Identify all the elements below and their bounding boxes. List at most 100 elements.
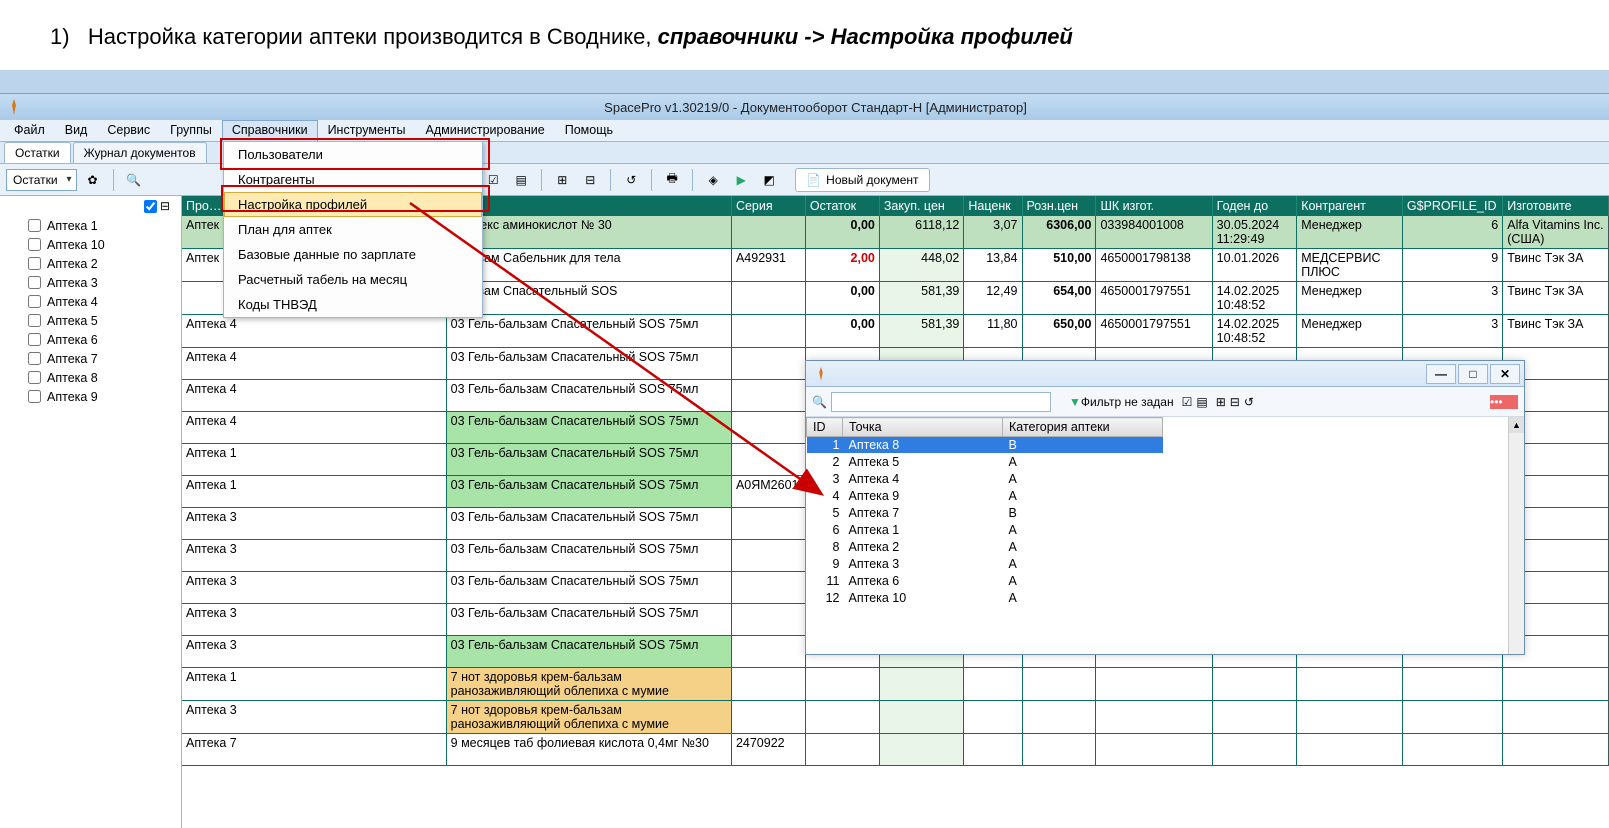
sidebar-expand-icon[interactable]: ⊟ — [160, 199, 170, 213]
combo-ostatki[interactable]: Остатки — [6, 169, 77, 191]
menu-сервис[interactable]: Сервис — [97, 120, 160, 141]
grid-header[interactable]: Розн.цен — [1022, 196, 1096, 216]
grid-header[interactable]: Контрагент — [1297, 196, 1403, 216]
print-icon[interactable]: 🖶 — [660, 168, 684, 192]
refresh-icon[interactable]: ↺ — [619, 168, 643, 192]
dropdown-item[interactable]: Настройка профилей — [224, 192, 482, 217]
sidebar-item-label: Аптека 3 — [47, 276, 98, 290]
grid-header[interactable]: Изготовите — [1503, 196, 1609, 216]
child-search-input[interactable] — [831, 392, 1051, 412]
tab-1[interactable]: Журнал документов — [73, 142, 207, 163]
instruction-text: 1) Настройка категории аптеки производит… — [0, 0, 1609, 70]
sidebar-checkbox[interactable] — [28, 333, 41, 346]
child-titlebar[interactable]: — □ ✕ — [806, 361, 1524, 387]
table-row[interactable]: Аптека 17 нот здоровья крем-бальзам рано… — [182, 668, 1609, 701]
table-row[interactable]: Аптека 403 Гель-бальзам Спасательный SOS… — [182, 315, 1609, 348]
menu-группы[interactable]: Группы — [160, 120, 222, 141]
grid-header[interactable]: Годен до — [1212, 196, 1297, 216]
gear-icon[interactable]: ✿ — [81, 168, 105, 192]
grid-header[interactable]: G$PROFILE_ID — [1402, 196, 1502, 216]
scrollbar[interactable]: ▲ — [1508, 417, 1524, 654]
sidebar-checkbox[interactable] — [28, 276, 41, 289]
sidebar-checkbox[interactable] — [28, 219, 41, 232]
child-table-row[interactable]: 12Аптека 10A — [807, 590, 1163, 607]
sidebar-item[interactable]: Аптека 9 — [0, 387, 181, 406]
grid-header[interactable]: Остаток — [805, 196, 879, 216]
menu-инструменты[interactable]: Инструменты — [318, 120, 416, 141]
list-icon[interactable]: ▤ — [509, 168, 533, 192]
dropdown-item[interactable]: Расчетный табель на месяц — [224, 267, 482, 292]
child-table-row[interactable]: 5Аптека 7B — [807, 505, 1163, 522]
sidebar-item[interactable]: Аптека 1 — [0, 216, 181, 235]
grid-header[interactable]: Наценк — [964, 196, 1022, 216]
dropdown-item[interactable]: Базовые данные по зарплате — [224, 242, 482, 267]
checkbox-icon[interactable]: ☑ — [481, 168, 505, 192]
grid-remove-icon[interactable]: ⊟ — [1230, 395, 1240, 409]
sidebar-item[interactable]: Аптека 5 — [0, 311, 181, 330]
menu-вид[interactable]: Вид — [55, 120, 98, 141]
child-grid[interactable]: IDТочкаКатегория аптеки1Аптека 8B2Аптека… — [806, 417, 1163, 607]
grid-add-icon[interactable]: ⊞ — [1216, 395, 1226, 409]
child-table-row[interactable]: 3Аптека 4A — [807, 471, 1163, 488]
sidebar-checkall[interactable] — [144, 200, 157, 213]
child-grid-header[interactable]: Категория аптеки — [1003, 418, 1163, 437]
sidebar-checkbox[interactable] — [28, 314, 41, 327]
grid-header[interactable]: ШК изгот. — [1096, 196, 1212, 216]
child-toolbar: 🔍 ▼Фильтр не задан ☑ ▤ ⊞ ⊟ ↺ ••• — [806, 387, 1524, 417]
sidebar-checkbox[interactable] — [28, 295, 41, 308]
sidebar-item[interactable]: Аптека 6 — [0, 330, 181, 349]
dropdown-item[interactable]: Коды ТНВЭД — [224, 292, 482, 317]
sidebar-item[interactable]: Аптека 8 — [0, 368, 181, 387]
child-table-row[interactable]: 8Аптека 2A — [807, 539, 1163, 556]
maximize-button[interactable]: □ — [1458, 364, 1488, 384]
close-button[interactable]: ✕ — [1490, 364, 1520, 384]
dropdown-item[interactable]: Контрагенты — [224, 167, 482, 192]
search-icon[interactable]: 🔍 — [812, 395, 827, 409]
minimize-button[interactable]: — — [1426, 364, 1456, 384]
menu-файл[interactable]: Файл — [4, 120, 55, 141]
grid-remove-icon[interactable]: ⊟ — [578, 168, 602, 192]
new-document-button[interactable]: 📄Новый документ — [795, 168, 929, 192]
search-icon[interactable]: 🔍 — [122, 168, 146, 192]
child-grid-header[interactable]: ID — [807, 418, 843, 437]
sidebar-item[interactable]: Аптека 10 — [0, 235, 181, 254]
child-table-row[interactable]: 4Аптека 9A — [807, 488, 1163, 505]
child-table-row[interactable]: 11Аптека 6A — [807, 573, 1163, 590]
child-grid-header[interactable]: Точка — [843, 418, 1003, 437]
checkbox-icon[interactable]: ☑ — [1182, 395, 1193, 409]
sidebar-checkbox[interactable] — [28, 238, 41, 251]
grid-header[interactable] — [446, 196, 731, 216]
sidebar-item-label: Аптека 7 — [47, 352, 98, 366]
refresh-icon[interactable]: ↺ — [1244, 395, 1254, 409]
grid-add-icon[interactable]: ⊞ — [550, 168, 574, 192]
dropdown-item[interactable]: Пользователи — [224, 142, 482, 167]
sidebar-checkbox[interactable] — [28, 390, 41, 403]
sidebar-item[interactable]: Аптека 2 — [0, 254, 181, 273]
child-table-row[interactable]: 9Аптека 3A — [807, 556, 1163, 573]
sidebar-checkbox[interactable] — [28, 371, 41, 384]
sidebar-item[interactable]: Аптека 3 — [0, 273, 181, 292]
sidebar-item[interactable]: Аптека 7 — [0, 349, 181, 368]
tab-0[interactable]: Остатки — [4, 142, 71, 163]
cube-icon[interactable]: ◈ — [701, 168, 725, 192]
table-row[interactable]: Аптека 79 месяцев таб фолиевая кислота 0… — [182, 734, 1609, 766]
sidebar-checkbox[interactable] — [28, 257, 41, 270]
menu-администрирование[interactable]: Администрирование — [416, 120, 555, 141]
grid-header[interactable]: Серия — [731, 196, 805, 216]
action-button[interactable]: ••• — [1490, 395, 1518, 409]
grid-header[interactable]: Закуп. цен — [879, 196, 964, 216]
child-table-row[interactable]: 1Аптека 8B — [807, 437, 1163, 454]
sidebar-checkbox[interactable] — [28, 352, 41, 365]
play-icon[interactable]: ▶ — [729, 168, 753, 192]
dropdown-item[interactable]: План для аптек — [224, 217, 482, 242]
child-table-row[interactable]: 6Аптека 1A — [807, 522, 1163, 539]
child-table-row[interactable]: 2Аптека 5A — [807, 454, 1163, 471]
child-filter-button[interactable]: ▼Фильтр не задан — [1069, 395, 1174, 409]
menu-справочники[interactable]: Справочники — [222, 120, 318, 141]
table-row[interactable]: Аптека 37 нот здоровья крем-бальзам рано… — [182, 701, 1609, 734]
box-icon[interactable]: ◩ — [757, 168, 781, 192]
menu-помощь[interactable]: Помощь — [555, 120, 623, 141]
list-icon[interactable]: ▤ — [1196, 395, 1207, 409]
titlebar: SpacePro v1.30219/0 - Документооборот Ст… — [0, 94, 1609, 120]
sidebar-item[interactable]: Аптека 4 — [0, 292, 181, 311]
